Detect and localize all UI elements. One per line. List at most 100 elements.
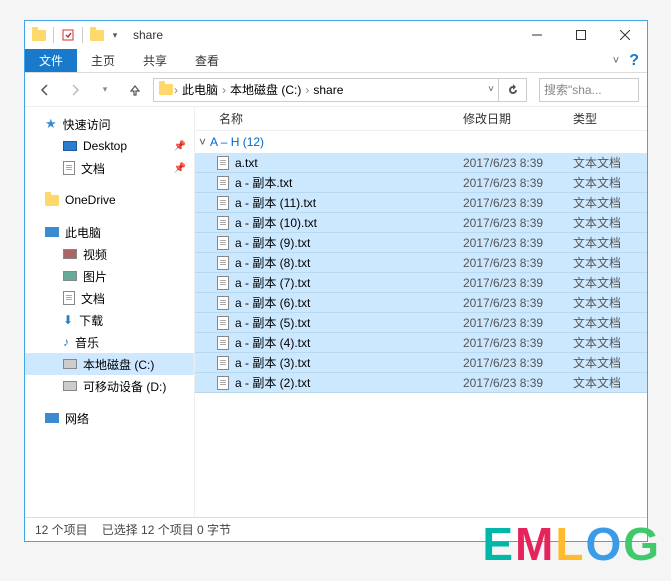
desktop-icon	[63, 141, 77, 151]
text-file-icon	[217, 256, 229, 270]
drive-icon	[63, 381, 77, 391]
text-file-icon	[217, 196, 229, 210]
sidebar-item-onedrive[interactable]: OneDrive	[25, 189, 194, 211]
sidebar-item-network[interactable]: 网络	[25, 407, 194, 429]
sidebar-item-docs[interactable]: 文档	[25, 287, 194, 309]
breadcrumb-item[interactable]: 此电脑	[178, 81, 222, 98]
file-type: 文本文档	[573, 354, 647, 371]
ribbon-tab-share[interactable]: 共享	[129, 49, 181, 72]
file-type: 文本文档	[573, 314, 647, 331]
file-name: a.txt	[235, 156, 258, 170]
sidebar-item-pictures[interactable]: 图片	[25, 265, 194, 287]
address-bar[interactable]: › 此电脑 › 本地磁盘 (C:) › share ˅	[153, 78, 499, 102]
text-file-icon	[217, 316, 229, 330]
folder-icon	[158, 82, 174, 98]
sidebar-item-cdrive[interactable]: 本地磁盘 (C:)	[25, 353, 194, 375]
separator	[53, 27, 54, 43]
pin-icon: 📌	[174, 163, 186, 174]
video-icon	[63, 249, 77, 259]
recent-dropdown[interactable]: ▾	[93, 78, 117, 102]
sidebar-item-downloads[interactable]: ⬇下载	[25, 309, 194, 331]
file-row[interactable]: a - 副本 (6).txt2017/6/23 8:39文本文档	[195, 293, 647, 313]
ribbon-tab-view[interactable]: 查看	[181, 49, 233, 72]
file-row[interactable]: a - 副本 (10).txt2017/6/23 8:39文本文档	[195, 213, 647, 233]
sidebar-label: 可移动设备 (D:)	[83, 378, 166, 395]
file-name: a - 副本 (9).txt	[235, 234, 310, 251]
column-header-type[interactable]: 类型	[573, 110, 647, 127]
file-row[interactable]: a - 副本 (2).txt2017/6/23 8:39文本文档	[195, 373, 647, 393]
main-pane: 名称 修改日期 类型 ˅ A – H (12) a.txt 2017/6/23 8…	[195, 107, 647, 517]
window-title: share	[133, 28, 163, 42]
help-icon[interactable]: ?	[629, 52, 639, 70]
document-icon	[63, 291, 75, 305]
file-row[interactable]: a.txt 2017/6/23 8:39文本文档	[195, 153, 647, 173]
column-header-date[interactable]: 修改日期	[463, 110, 573, 127]
sidebar-item-thispc[interactable]: 此电脑	[25, 221, 194, 243]
text-file-icon	[217, 376, 229, 390]
search-input[interactable]: 搜索"sha...	[539, 78, 639, 102]
file-row[interactable]: a - 副本 (9).txt2017/6/23 8:39文本文档	[195, 233, 647, 253]
ribbon-tab-home[interactable]: 主页	[77, 49, 129, 72]
file-type: 文本文档	[573, 154, 647, 171]
download-icon: ⬇	[63, 313, 73, 327]
star-icon: ★	[45, 116, 57, 132]
sidebar-item-quick-access[interactable]: ★ 快速访问	[25, 113, 194, 135]
file-type: 文本文档	[573, 194, 647, 211]
file-row[interactable]: a - 副本 (11).txt2017/6/23 8:39文本文档	[195, 193, 647, 213]
column-headers: 名称 修改日期 类型	[195, 107, 647, 131]
file-row[interactable]: a - 副本 (5).txt2017/6/23 8:39文本文档	[195, 313, 647, 333]
sidebar-item-documents[interactable]: 文档📌	[25, 157, 194, 179]
text-file-icon	[217, 236, 229, 250]
file-name: a - 副本 (11).txt	[235, 194, 316, 211]
file-type: 文本文档	[573, 274, 647, 291]
sidebar-label: OneDrive	[65, 193, 116, 207]
file-row[interactable]: a - 副本 (8).txt2017/6/23 8:39文本文档	[195, 253, 647, 273]
ribbon-file-tab[interactable]: 文件	[25, 49, 77, 72]
refresh-button[interactable]	[499, 78, 527, 102]
maximize-button[interactable]	[559, 21, 603, 49]
sidebar-label: 网络	[65, 410, 89, 427]
sidebar-label: 此电脑	[65, 224, 101, 241]
minimize-button[interactable]	[515, 21, 559, 49]
watermark: EMLOG	[482, 517, 661, 571]
column-header-name[interactable]: 名称	[195, 110, 463, 127]
sidebar-label: 文档	[81, 290, 105, 307]
file-row[interactable]: a - 副本 (7).txt 2017/6/23 8:39文本文档	[195, 273, 647, 293]
ribbon: 文件 主页 共享 查看 ˅ ?	[25, 49, 647, 73]
address-dropdown-icon[interactable]: ˅	[488, 84, 494, 95]
file-name: a - 副本 (7).txt	[235, 274, 310, 291]
up-button[interactable]	[123, 78, 147, 102]
chevron-down-icon: ˅	[199, 135, 206, 149]
properties-icon[interactable]	[60, 27, 76, 43]
onedrive-icon	[45, 195, 59, 206]
back-button[interactable]	[33, 78, 57, 102]
explorer-window: ▾ share 文件 主页 共享 查看 ˅ ?	[24, 20, 648, 542]
forward-button[interactable]	[63, 78, 87, 102]
pc-icon	[45, 227, 59, 237]
breadcrumb-item[interactable]: 本地磁盘 (C:)	[226, 81, 305, 98]
file-row[interactable]: a - 副本 (3).txt2017/6/23 8:39文本文档	[195, 353, 647, 373]
file-date: 2017/6/23 8:39	[463, 156, 573, 170]
pictures-icon	[63, 271, 77, 281]
sidebar-item-desktop[interactable]: Desktop📌	[25, 135, 194, 157]
file-date: 2017/6/23 8:39	[463, 276, 573, 290]
sidebar-item-music[interactable]: ♪音乐	[25, 331, 194, 353]
folder-icon[interactable]	[89, 27, 105, 43]
breadcrumb-item[interactable]: share	[309, 83, 347, 97]
group-header[interactable]: ˅ A – H (12)	[195, 131, 647, 153]
qat-dropdown-icon[interactable]: ▾	[107, 27, 123, 43]
separator	[82, 27, 83, 43]
file-row[interactable]: a - 副本 (4).txt2017/6/23 8:39文本文档	[195, 333, 647, 353]
file-type: 文本文档	[573, 334, 647, 351]
sidebar-label: 快速访问	[63, 116, 111, 133]
ribbon-expand-icon[interactable]: ˅	[613, 55, 619, 67]
titlebar: ▾ share	[25, 21, 647, 49]
file-row[interactable]: a - 副本.txt2017/6/23 8:39文本文档	[195, 173, 647, 193]
close-button[interactable]	[603, 21, 647, 49]
sidebar-item-ddrive[interactable]: 可移动设备 (D:)	[25, 375, 194, 397]
file-name: a - 副本 (10).txt	[235, 214, 317, 231]
network-icon	[45, 413, 59, 423]
sidebar-item-video[interactable]: 视频	[25, 243, 194, 265]
sidebar-label: 本地磁盘 (C:)	[83, 356, 154, 373]
folder-icon	[31, 27, 47, 43]
